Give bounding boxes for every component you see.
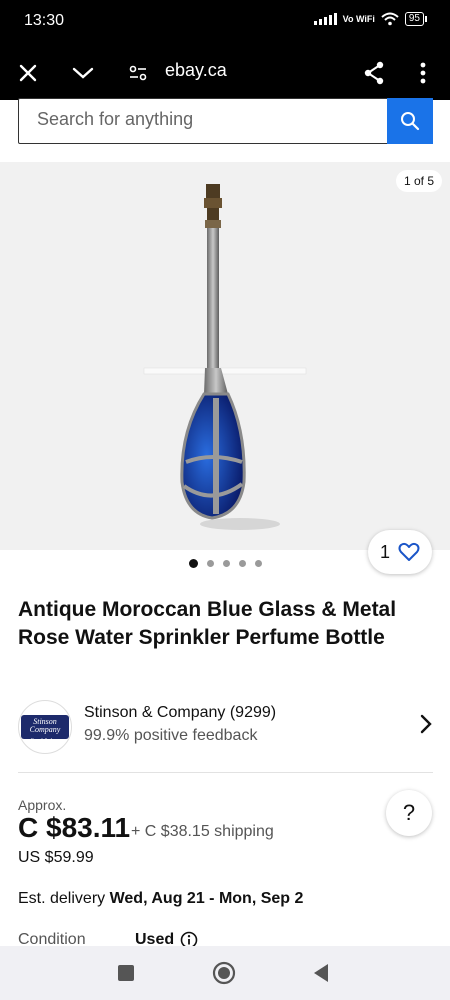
seller-logo-badge: Stinson Company Buy · Sell · Loan	[21, 715, 69, 742]
site-settings-icon[interactable]	[119, 54, 157, 92]
search-input[interactable]	[37, 109, 377, 130]
browser-toolbar: ebay.ca	[0, 46, 450, 100]
search-icon	[401, 112, 420, 131]
battery-icon: 95	[404, 12, 428, 26]
back-icon[interactable]	[308, 960, 334, 986]
delivery-dates: Wed, Aug 21 - Mon, Sep 2	[109, 890, 304, 907]
signal-icon	[313, 13, 337, 25]
heart-icon	[398, 542, 420, 561]
close-icon[interactable]	[9, 54, 47, 92]
pagination-dot[interactable]	[206, 560, 214, 567]
seller-logo-tagline: Buy · Sell · Loan	[31, 737, 59, 742]
pagination-dot[interactable]	[254, 560, 262, 567]
status-time: 13:30	[24, 12, 65, 29]
estimated-delivery: Est. delivery Wed, Aug 21 - Mon, Sep 2	[18, 890, 303, 908]
pagination-dot[interactable]	[238, 560, 246, 567]
more-options-icon[interactable]	[404, 54, 442, 92]
status-bar: 13:30 Vo WiFi 95	[0, 0, 450, 46]
approx-label: Approx.	[18, 797, 67, 813]
chevron-right-icon[interactable]	[419, 714, 433, 734]
shipping-cost: + C $38.15 shipping	[131, 823, 274, 840]
product-image	[143, 184, 307, 530]
pagination-dot[interactable]	[188, 559, 198, 568]
gallery-pagination	[0, 559, 450, 568]
share-icon[interactable]	[355, 54, 393, 92]
divider	[18, 772, 433, 773]
help-icon: ?	[402, 800, 416, 825]
vowifi-label: Vo WiFi	[342, 13, 375, 24]
seller-name[interactable]: Stinson & Company (9299)	[84, 704, 276, 722]
search-bar	[18, 98, 433, 144]
wifi-icon	[381, 12, 399, 26]
chevron-down-icon[interactable]	[64, 54, 102, 92]
image-counter: 1 of 5	[395, 170, 442, 192]
product-image-gallery[interactable]: 1 of 5	[0, 162, 450, 550]
seller-info[interactable]: Stinson Company Buy · Sell · Loan Stinso…	[18, 698, 433, 756]
home-icon[interactable]	[211, 960, 237, 986]
delivery-label: Est. delivery	[18, 890, 110, 907]
status-icons: Vo WiFi 95	[313, 12, 428, 26]
seller-logo: Stinson Company Buy · Sell · Loan	[18, 700, 72, 754]
seller-feedback: 99.9% positive feedback	[84, 727, 258, 744]
usd-price: US $59.99	[18, 849, 94, 866]
recents-icon[interactable]	[113, 960, 139, 986]
pagination-dot[interactable]	[222, 560, 230, 567]
url-text[interactable]: ebay.ca	[165, 60, 227, 81]
system-nav-bar	[0, 946, 450, 1000]
seller-logo-text: Stinson Company	[29, 717, 61, 734]
price: C $83.11	[18, 812, 131, 843]
help-button[interactable]: ?	[386, 790, 432, 836]
search-button[interactable]	[387, 98, 433, 144]
product-title: Antique Moroccan Blue Glass & Metal Rose…	[18, 598, 397, 649]
